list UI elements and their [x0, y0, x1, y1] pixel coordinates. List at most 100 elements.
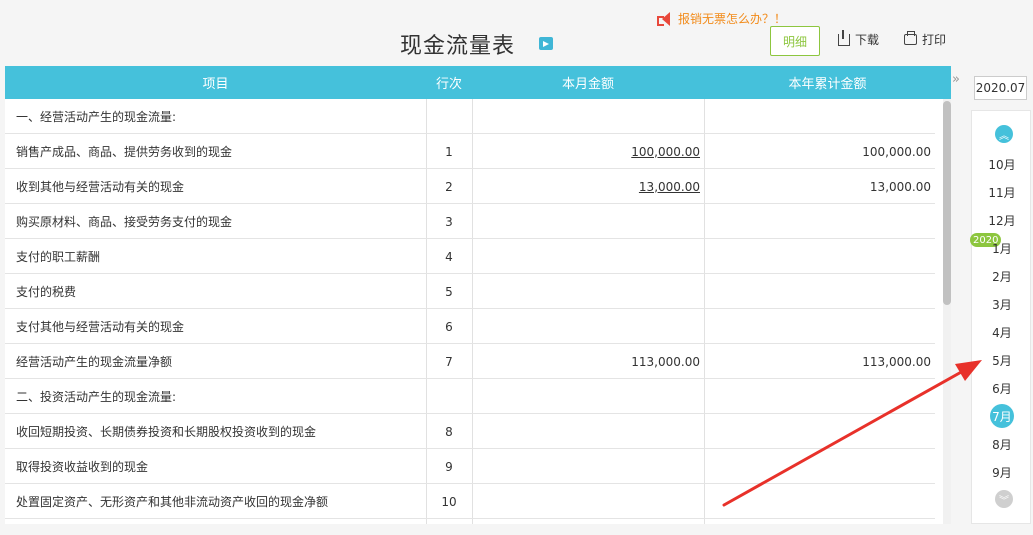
page-title: 现金流量表	[400, 34, 516, 59]
row-month-amount-link[interactable]: 13,000.00	[472, 169, 704, 204]
row-month-amount-link[interactable]: 100,000.00	[472, 134, 704, 169]
month-item[interactable]: 10月	[972, 150, 1032, 178]
row-item: 二、投资活动产生的现金流量:	[16, 390, 177, 404]
chevron-up-icon[interactable]: ︽	[995, 125, 1013, 143]
month-item[interactable]: 4月	[972, 318, 1032, 346]
period-selector[interactable]: 2020.07	[974, 76, 1027, 100]
chevron-down-icon[interactable]: ︾	[995, 490, 1013, 508]
video-play-icon[interactable]	[539, 37, 553, 50]
row-line: 8	[445, 424, 453, 439]
row-year-amount	[704, 379, 935, 414]
row-item: 支付的税费	[16, 285, 77, 299]
month-item[interactable]: 12月	[972, 206, 1032, 234]
row-year-amount	[704, 449, 935, 484]
row-line: 9	[445, 459, 453, 474]
row-month-amount	[472, 239, 704, 274]
download-button[interactable]: 下载	[838, 29, 880, 48]
notice-text: 报销无票怎么办？！	[678, 12, 787, 26]
table-row: 二、投资活动产生的现金流量:	[5, 379, 935, 414]
row-item: 购买原材料、商品、接受劳务支付的现金	[16, 215, 233, 229]
row-line: 7	[445, 354, 453, 369]
report-header: 现金流量表 报销无票怎么办？！ 明细 下载 打印	[0, 0, 960, 66]
table-body: 一、经营活动产生的现金流量: 销售产成品、商品、提供劳务收到的现金 1 100,…	[5, 99, 935, 519]
collapse-panel-button[interactable]: »	[952, 72, 960, 87]
table-row: 支付其他与经营活动有关的现金 6	[5, 309, 935, 344]
row-line	[426, 379, 472, 414]
row-item: 支付的职工薪酬	[16, 250, 101, 264]
month-item[interactable]: 5月	[972, 346, 1032, 374]
printer-icon	[904, 31, 917, 45]
speaker-icon	[656, 11, 672, 27]
column-header-month: 本月金额	[561, 77, 614, 92]
row-month-amount: 113,000.00	[631, 354, 700, 369]
download-icon	[838, 29, 850, 46]
cash-flow-page: 现金流量表 报销无票怎么办？！ 明细 下载 打印 项目 行次 本月金额 本年累计…	[0, 0, 1033, 535]
row-year-amount	[704, 414, 935, 449]
row-year-amount: 13,000.00	[869, 179, 931, 194]
month-item-active[interactable]: 7月	[972, 402, 1032, 430]
detail-button[interactable]: 明细	[770, 26, 820, 56]
row-line: 2	[445, 179, 453, 194]
table-row: 收到其他与经营活动有关的现金 2 13,000.00 13,000.00	[5, 169, 935, 204]
month-item[interactable]: 8月	[972, 430, 1032, 458]
row-month-amount	[472, 99, 704, 134]
row-month-amount	[472, 204, 704, 239]
row-line: 1	[445, 144, 453, 159]
table-row: 收回短期投资、长期债券投资和长期股权投资收到的现金 8	[5, 414, 935, 449]
month-item[interactable]: 6月	[972, 374, 1032, 402]
table-row: 经营活动产生的现金流量净额 7 113,000.00 113,000.00	[5, 344, 935, 379]
row-item: 收回短期投资、长期债券投资和长期股权投资收到的现金	[16, 425, 317, 439]
download-label: 下载	[855, 33, 880, 47]
month-item[interactable]: 1月	[972, 234, 1032, 262]
table-row: 支付的税费 5	[5, 274, 935, 309]
row-year-amount	[704, 309, 935, 344]
month-item[interactable]: 11月	[972, 178, 1032, 206]
cash-flow-table: 项目 行次 本月金额 本年累计金额 一、经营活动产生的现金流量: 销售产成品、商…	[5, 66, 951, 524]
table-header: 项目 行次 本月金额 本年累计金额	[5, 66, 951, 99]
table-row: 购买原材料、商品、接受劳务支付的现金 3	[5, 204, 935, 239]
row-line: 6	[445, 319, 453, 334]
row-item: 处置固定资产、无形资产和其他非流动资产收回的现金净额	[16, 495, 329, 509]
row-year-amount	[704, 204, 935, 239]
active-month-label: 7月	[990, 404, 1014, 428]
row-line: 3	[445, 214, 453, 229]
row-item: 销售产成品、商品、提供劳务收到的现金	[16, 145, 233, 159]
column-header-year: 本年累计金额	[788, 77, 867, 92]
column-header-line: 行次	[435, 77, 462, 92]
row-year-amount	[704, 274, 935, 309]
month-item[interactable]: 9月	[972, 458, 1032, 486]
row-line: 10	[441, 494, 457, 509]
row-month-amount	[472, 449, 704, 484]
row-year-amount: 113,000.00	[862, 354, 931, 369]
month-item[interactable]: 3月	[972, 290, 1032, 318]
row-year-amount	[704, 484, 935, 519]
row-item: 收到其他与经营活动有关的现金	[16, 180, 185, 194]
row-year-amount	[704, 239, 935, 274]
month-item[interactable]: 2月	[972, 262, 1032, 290]
table-row: 一、经营活动产生的现金流量:	[5, 99, 935, 134]
row-item: 一、经营活动产生的现金流量:	[16, 110, 177, 124]
row-line: 4	[445, 249, 453, 264]
row-item: 经营活动产生的现金流量净额	[16, 355, 173, 369]
row-line: 5	[445, 284, 453, 299]
table-row: 取得投资收益收到的现金 9	[5, 449, 935, 484]
scrollbar-thumb[interactable]	[943, 101, 951, 305]
table-row: 支付的职工薪酬 4	[5, 239, 935, 274]
row-month-amount	[472, 274, 704, 309]
table-row: 销售产成品、商品、提供劳务收到的现金 1 100,000.00 100,000.…	[5, 134, 935, 169]
row-year-amount	[704, 99, 935, 134]
row-item: 取得投资收益收到的现金	[16, 460, 149, 474]
table-row: 处置固定资产、无形资产和其他非流动资产收回的现金净额 10	[5, 484, 935, 519]
row-month-amount	[472, 309, 704, 344]
month-picker: ︽ 10月 11月 12月 2020 1月 2月 3月 4月 5月 6月 7月 …	[970, 110, 1032, 524]
row-year-amount: 100,000.00	[862, 144, 931, 159]
row-month-amount	[472, 379, 704, 414]
row-month-amount	[472, 484, 704, 519]
column-header-item: 项目	[202, 77, 229, 92]
print-button[interactable]: 打印	[904, 31, 946, 48]
print-label: 打印	[922, 33, 947, 47]
row-item: 支付其他与经营活动有关的现金	[16, 320, 185, 334]
notice-link[interactable]: 报销无票怎么办？！	[656, 10, 786, 27]
row-line	[426, 99, 472, 134]
row-month-amount	[472, 414, 704, 449]
